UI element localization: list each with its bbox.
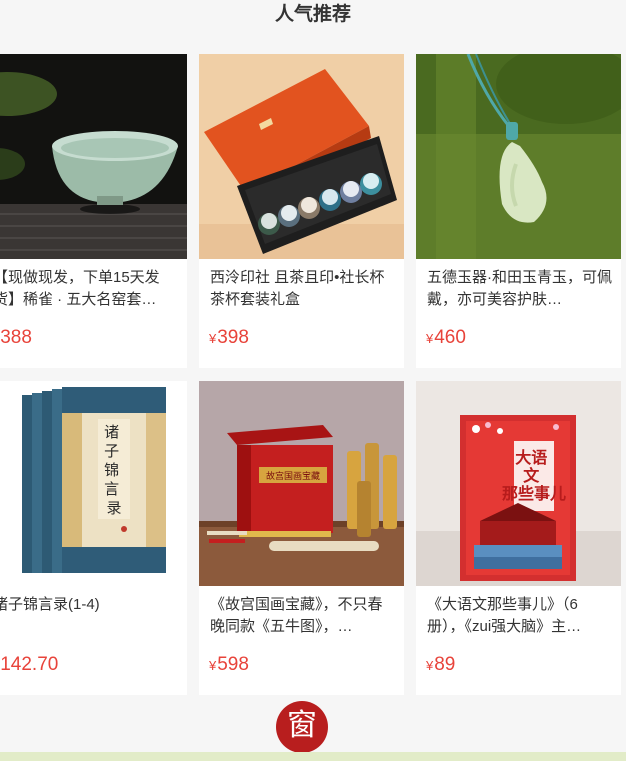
price-value: 388 xyxy=(0,327,32,348)
price-value: 142.70 xyxy=(0,654,59,675)
product-price: ¥142.70 xyxy=(0,653,58,678)
product-title[interactable]: 西泠印社 且茶且印•社长杯茶杯套装礼盒 xyxy=(210,267,396,311)
footer-band xyxy=(0,752,626,761)
price-value: 460 xyxy=(434,327,466,348)
product-card[interactable]: 大语 文 那些事儿 《大语文那些事儿》（6册），《zui强大脑》主… ¥89 xyxy=(416,381,621,695)
product-card[interactable]: 西泠印社 且茶且印•社长杯茶杯套装礼盒 ¥398 xyxy=(199,54,404,368)
product-title[interactable]: 五德玉器·和田玉青玉，可佩戴，亦可美容护肤… xyxy=(427,267,613,311)
product-card[interactable]: 【现做现发，下单15天发货】稀雀 · 五大名窑套… ¥388 xyxy=(0,54,187,368)
product-title[interactable]: 《大语文那些事儿》（6册），《zui强大脑》主… xyxy=(427,594,613,638)
price-value: 89 xyxy=(434,654,456,675)
product-title[interactable]: 《故宫国画宝藏》，不只春晚同款《五牛图》，… xyxy=(210,594,396,638)
book-title-char-1: 诸 xyxy=(104,423,119,441)
product-card[interactable]: 诸 子 锦 言 录 诸子锦言录(1-4) ¥142.70 xyxy=(0,381,187,695)
book-cover-title: 诸 子 锦 言 录 xyxy=(104,423,124,517)
product-image[interactable]: 故宫国画宝藏 xyxy=(199,381,404,586)
box-label: 故宫国画宝藏 xyxy=(266,470,320,482)
product-price: ¥598 xyxy=(209,653,249,678)
product-price: ¥388 xyxy=(0,326,32,351)
price-value: 398 xyxy=(217,327,249,348)
book-title-char-3: 锦 xyxy=(104,461,119,479)
product-price: ¥460 xyxy=(426,326,466,351)
product-image[interactable] xyxy=(416,54,621,259)
currency-symbol: ¥ xyxy=(209,658,217,673)
price-value: 598 xyxy=(217,654,249,675)
section-title: 人气推荐 xyxy=(274,4,351,25)
book-title-char-4: 言 xyxy=(104,480,119,498)
currency-symbol: ¥ xyxy=(209,331,217,346)
product-price: ¥398 xyxy=(209,326,249,351)
book-title-line-2: 文 xyxy=(523,466,540,485)
product-title[interactable]: 诸子锦言录(1-4) xyxy=(0,594,179,638)
book-title-char-5: 录 xyxy=(106,499,121,517)
book-title-line-3: 那些事儿 xyxy=(502,484,566,503)
product-image[interactable]: 诸 子 锦 言 录 xyxy=(0,381,187,586)
product-title[interactable]: 【现做现发，下单15天发货】稀雀 · 五大名窑套… xyxy=(0,267,179,311)
brand-logo: 窗 xyxy=(276,701,328,753)
product-card[interactable]: 五德玉器·和田玉青玉，可佩戴，亦可美容护肤… ¥460 xyxy=(416,54,621,368)
book-title-char-2: 子 xyxy=(104,442,119,460)
currency-symbol: ¥ xyxy=(426,331,434,346)
product-card[interactable]: 故宫国画宝藏 《故宫国画宝藏》，不只春晚同款《五牛图》，… ¥598 xyxy=(199,381,404,695)
product-image[interactable] xyxy=(199,54,404,259)
product-price: ¥89 xyxy=(426,653,455,678)
product-image[interactable] xyxy=(0,54,187,259)
currency-symbol: ¥ xyxy=(426,658,434,673)
product-image[interactable]: 大语 文 那些事儿 xyxy=(416,381,621,586)
book-title-line-1: 大语 xyxy=(515,448,547,467)
